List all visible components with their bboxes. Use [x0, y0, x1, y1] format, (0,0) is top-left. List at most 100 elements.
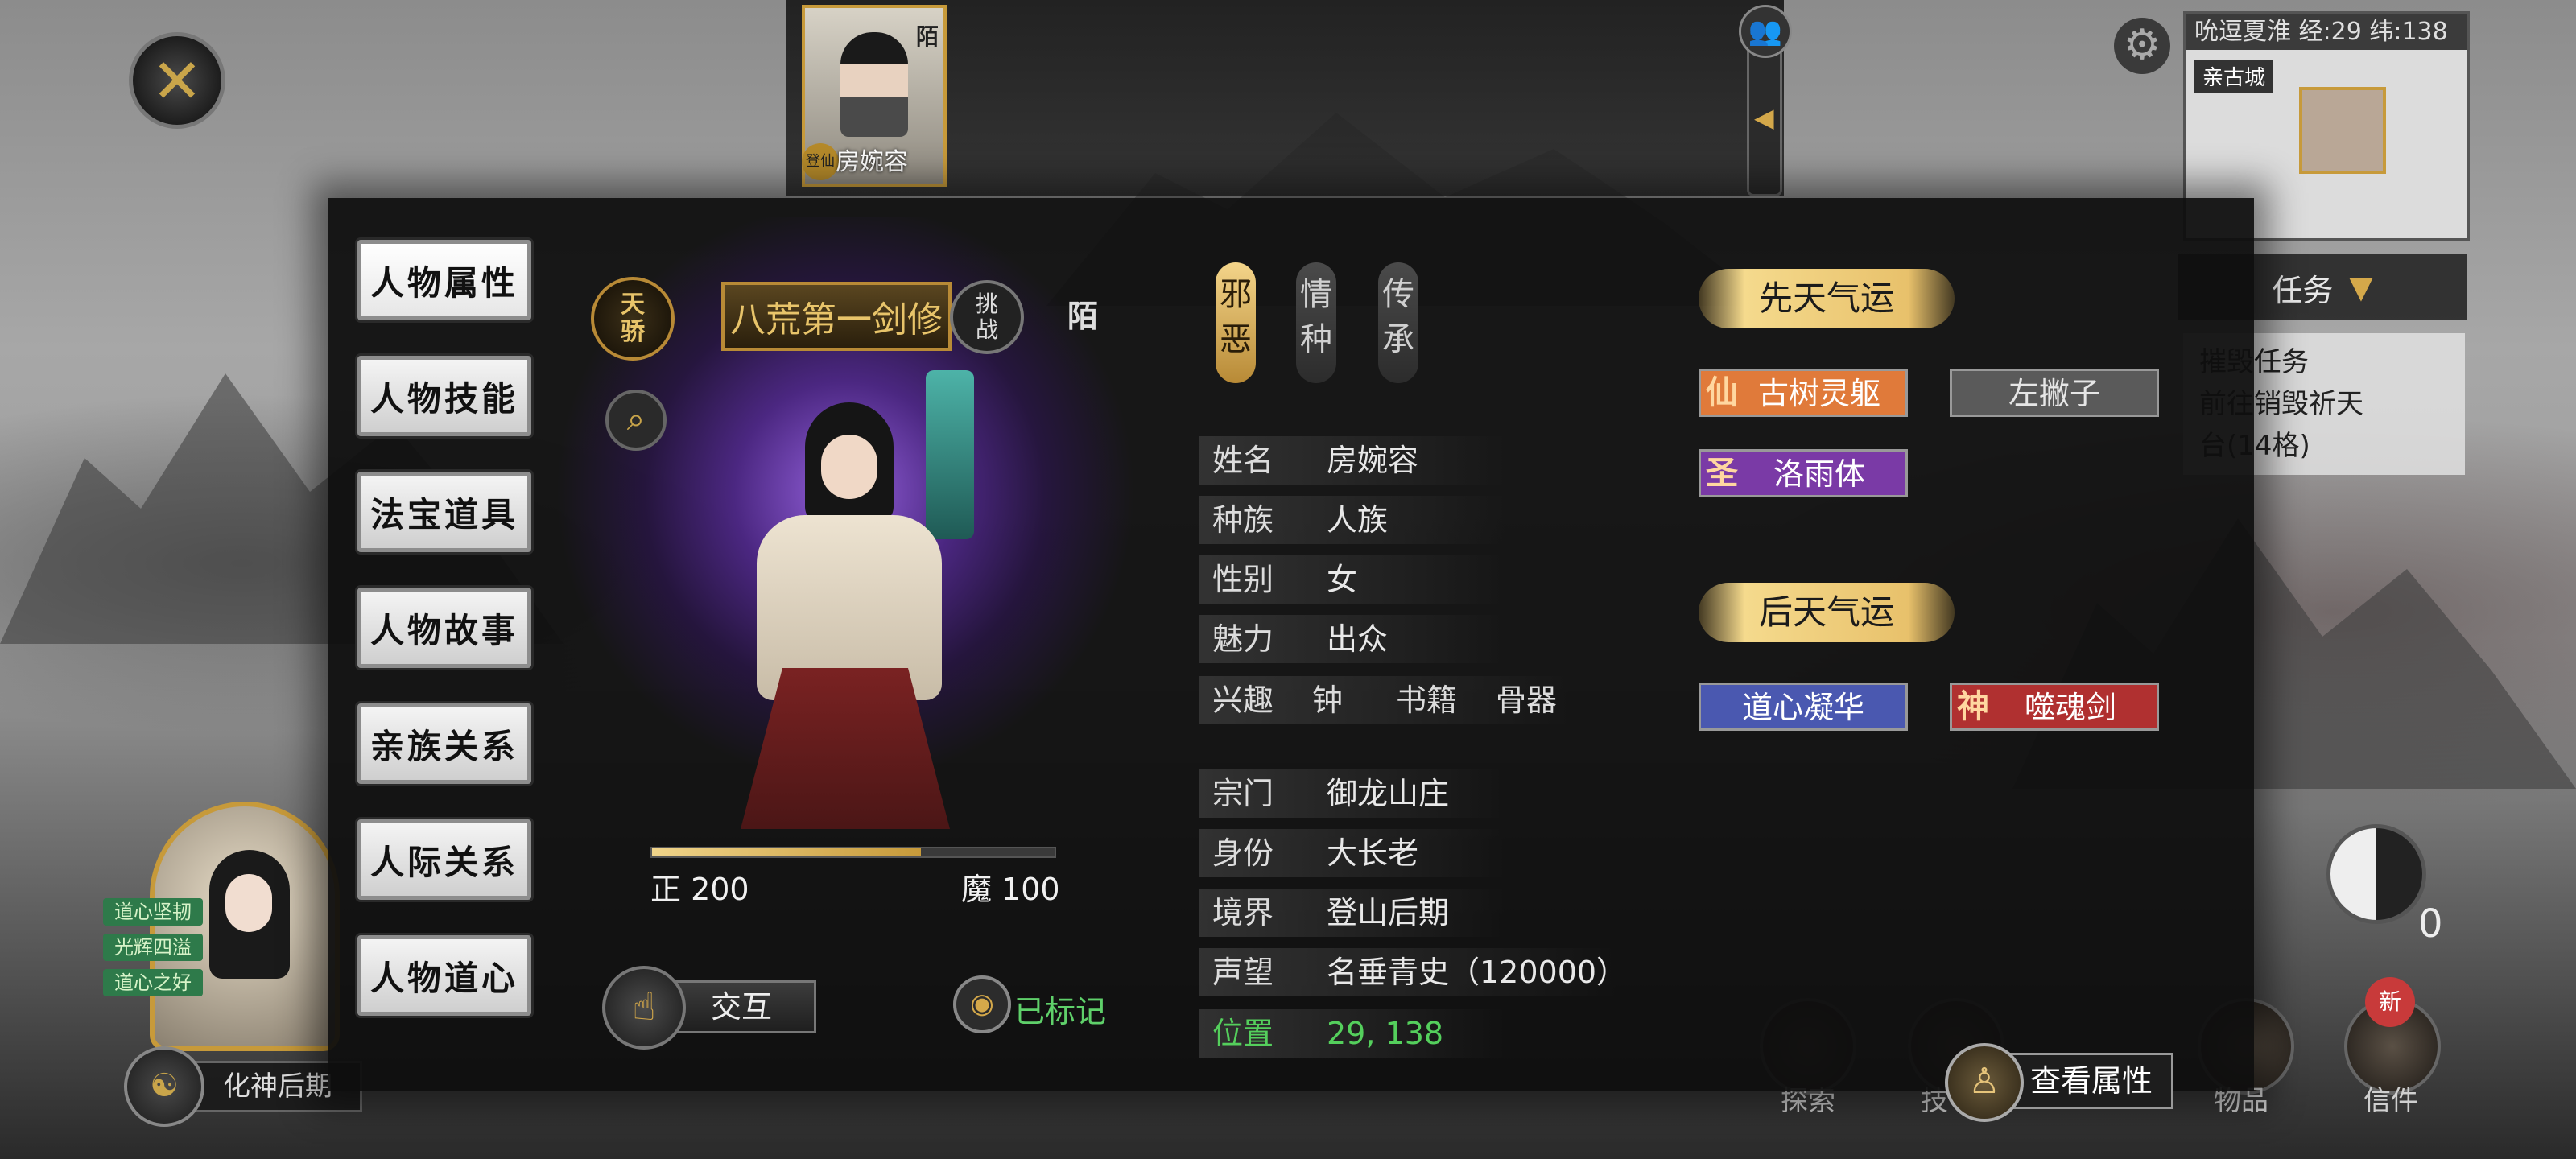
- taiji-count: 0: [2418, 901, 2443, 947]
- info-key: 境界: [1212, 895, 1274, 930]
- info-key: 兴趣: [1212, 683, 1274, 718]
- menu-item-treasures[interactable]: 法宝道具: [357, 472, 531, 552]
- badge-char: 骄: [621, 318, 645, 346]
- gourd-icon: ☯: [124, 1046, 204, 1127]
- info-value: 大长老: [1327, 835, 1419, 871]
- info-value: 出众: [1327, 621, 1389, 657]
- fortune-tag[interactable]: 神 噬魂剑: [1950, 683, 2159, 731]
- info-row-race: 种族 人族: [1199, 496, 1505, 544]
- search-icon[interactable]: ⌕: [605, 390, 667, 451]
- info-key: 身份: [1212, 835, 1274, 871]
- portrait-rank-badge: 登仙: [802, 143, 839, 180]
- info-row-role: 身份 大长老: [1199, 829, 1505, 877]
- player-status-tag: 道心坚韧: [103, 898, 203, 926]
- alignment-bar: [650, 847, 1056, 858]
- people-icon[interactable]: 👥: [1739, 5, 1792, 58]
- meditating-figure-icon: ♙: [1945, 1043, 2024, 1122]
- info-value: 御龙山庄: [1327, 776, 1450, 811]
- task-tab-label: 任务: [2272, 272, 2334, 308]
- marked-button[interactable]: ◉ 已标记: [953, 975, 1114, 1035]
- info-row-realm: 境界 登山后期: [1199, 889, 1505, 937]
- portrait-name: 房婉容: [836, 148, 908, 176]
- gear-icon[interactable]: ⚙: [2114, 18, 2170, 74]
- info-value: 登山后期: [1327, 895, 1450, 930]
- tab-char: 传: [1382, 276, 1414, 313]
- top-character-portrait[interactable]: 陌 登仙 房婉容: [802, 5, 947, 187]
- view-attributes-button[interactable]: 查看属性 ♙: [1945, 1043, 2174, 1122]
- info-row-charm: 魅力 出众: [1199, 615, 1505, 663]
- tab-char: 恶: [1220, 321, 1252, 358]
- info-row-gender: 性别 女: [1199, 555, 1505, 604]
- fortune-label: 道心凝华: [1741, 690, 1864, 725]
- tab-inheritance[interactable]: 传 承: [1378, 262, 1418, 383]
- character-figure: [668, 370, 1022, 845]
- info-row-fame: 声望 名垂青史（120000）: [1199, 948, 1627, 996]
- menu-item-family[interactable]: 亲族关系: [357, 703, 531, 784]
- fortune-glyph: [1703, 687, 1741, 727]
- fortune-tag[interactable]: 左撇子: [1950, 369, 2159, 417]
- fortune-label: 噬魂剑: [2024, 690, 2116, 725]
- close-icon: ✕: [151, 44, 203, 117]
- acquired-fortune-header: 后天气运: [1699, 583, 1955, 642]
- tianjiao-badge[interactable]: 天骄: [591, 277, 675, 361]
- info-row-hobby: 兴趣 钟 书籍 骨器: [1199, 676, 1570, 724]
- info-key: 魅力: [1212, 621, 1274, 657]
- fortune-glyph: 神: [1957, 688, 1989, 725]
- sword-illustration: [926, 370, 974, 539]
- taiji-icon[interactable]: [2326, 824, 2426, 924]
- info-row-name: 姓名 房婉容: [1199, 436, 1505, 485]
- mail-new-badge: 新: [2365, 977, 2415, 1027]
- tab-passion[interactable]: 情 种: [1296, 262, 1336, 383]
- minimap-marker: [2299, 87, 2386, 174]
- character-title: 八荒第一剑修: [721, 282, 952, 351]
- info-row-position[interactable]: 位置 29, 138: [1199, 1009, 1505, 1058]
- hobby-item: 骨器: [1496, 683, 1558, 718]
- challenge-char: 战: [975, 316, 998, 343]
- portrait-relation-tag: 陌: [915, 23, 939, 50]
- fortune-label: 左撇子: [2008, 376, 2100, 411]
- info-key: 种族: [1212, 502, 1274, 538]
- info-key: 位置: [1212, 1016, 1274, 1051]
- interact-button[interactable]: 交互 ☝: [602, 966, 816, 1050]
- badge-char: 天: [621, 291, 645, 319]
- view-attributes-label: 查看属性: [2009, 1053, 2174, 1109]
- chevron-left-icon: ◀: [1754, 102, 1774, 133]
- marked-label: 已标记: [1014, 994, 1107, 1029]
- alignment-bar-fill: [652, 848, 921, 856]
- chevron-down-icon: ▼: [2349, 270, 2373, 305]
- menu-item-attributes[interactable]: 人物属性: [357, 240, 531, 320]
- player-status-tag: 道心之好: [103, 969, 203, 996]
- fortune-tag[interactable]: 圣 洛雨体: [1699, 449, 1908, 497]
- player-avatar[interactable]: [150, 802, 340, 1051]
- menu-item-dao-heart[interactable]: 人物道心: [357, 935, 531, 1016]
- close-button[interactable]: ✕: [129, 32, 225, 129]
- challenge-button[interactable]: 挑战: [950, 280, 1024, 354]
- menu-item-story[interactable]: 人物故事: [357, 588, 531, 668]
- fortune-label: 洛雨体: [1773, 456, 1865, 492]
- tab-char: 情: [1300, 276, 1332, 313]
- portrait-face: [840, 32, 908, 137]
- info-key: 姓名: [1212, 443, 1274, 478]
- mail-label: 信件: [2363, 1085, 2418, 1117]
- hand-icon: ☝: [602, 966, 686, 1050]
- info-value: 人族: [1327, 502, 1389, 538]
- righteous-value: 正 200: [650, 872, 749, 907]
- info-value: 29, 138: [1327, 1016, 1444, 1051]
- challenge-char: 挑: [975, 291, 998, 317]
- tab-evil[interactable]: 邪 恶: [1216, 262, 1256, 383]
- fortune-glyph: 仙: [1706, 374, 1738, 411]
- info-value: 名垂青史（120000）: [1327, 955, 1628, 990]
- fortune-glyph: 圣: [1706, 455, 1738, 492]
- menu-item-skills[interactable]: 人物技能: [357, 356, 531, 436]
- player-face: [225, 874, 272, 932]
- menu-item-relations[interactable]: 人际关系: [357, 819, 531, 900]
- fortune-label: 古树灵躯: [1757, 376, 1880, 411]
- fortune-tag[interactable]: 仙 古树灵躯: [1699, 369, 1908, 417]
- innate-fortune-header: 先天气运: [1699, 269, 1955, 328]
- minimap-location: 亲古城: [2194, 60, 2274, 93]
- info-key: 声望: [1212, 955, 1274, 990]
- fortune-tag[interactable]: 道心凝华: [1699, 683, 1908, 731]
- tab-char: 邪: [1220, 276, 1252, 313]
- hobby-item: 钟: [1312, 683, 1344, 718]
- info-value: 房婉容: [1327, 443, 1419, 478]
